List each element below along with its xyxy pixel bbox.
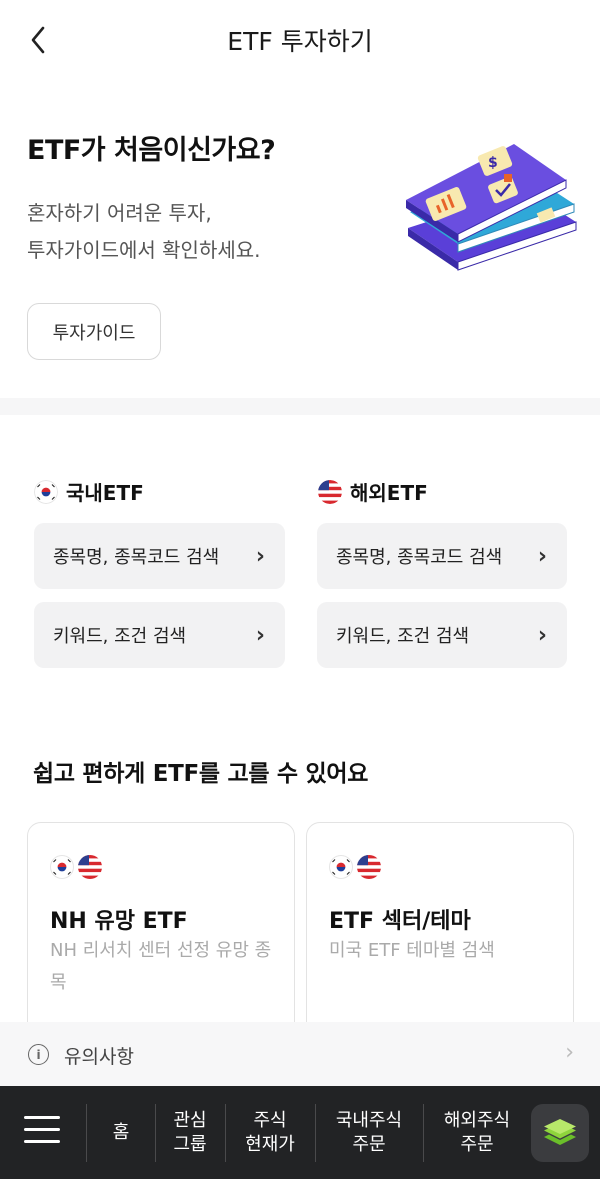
korea-flag-icon: [50, 855, 74, 879]
books-illustration: $: [406, 144, 577, 271]
hamburger-menu-icon[interactable]: [24, 1116, 60, 1148]
card-title: ETF 섹터/테마: [329, 909, 471, 934]
usa-flag-icon: [78, 855, 102, 879]
overseas-etf-header: 해외ETF: [318, 477, 428, 506]
nav-separator: [423, 1104, 424, 1162]
domestic-keyword-search-button[interactable]: 키워드, 조건 검색 ›: [34, 602, 285, 668]
chevron-right-icon: ›: [255, 543, 265, 569]
button-label: 종목명, 종목코드 검색: [336, 547, 503, 568]
card-title: NH 유망 ETF: [50, 909, 188, 934]
domestic-name-search-button[interactable]: 종목명, 종목코드 검색 ›: [34, 523, 285, 589]
chevron-right-icon: ›: [537, 622, 547, 648]
korea-flag-icon: [34, 479, 58, 504]
section-title: 쉽고 편하게 ETF를 고를 수 있어요: [33, 761, 369, 787]
button-label: 키워드, 조건 검색: [53, 626, 187, 647]
intro-title: ETF가 처음이신가요?: [27, 135, 276, 166]
intro-description: 혼자하기 어려운 투자, 투자가이드에서 확인하세요.: [27, 195, 261, 269]
korea-flag-icon: [329, 855, 353, 879]
usa-flag-icon: [357, 855, 381, 879]
card-flags: [329, 855, 381, 879]
card-description: 미국 ETF 테마별 검색: [329, 940, 495, 961]
nav-separator: [155, 1104, 156, 1162]
nav-item-stock-price[interactable]: 주식 현재가: [228, 1086, 312, 1179]
layers-icon: [544, 1119, 576, 1145]
section-divider: [0, 398, 600, 415]
nav-separator: [225, 1104, 226, 1162]
overseas-keyword-search-button[interactable]: 키워드, 조건 검색 ›: [317, 602, 567, 668]
nav-item-home[interactable]: 홈: [90, 1086, 152, 1179]
intro-desc-line: 혼자하기 어려운 투자,: [27, 201, 212, 225]
card-description: NH 리서치 센터 선정 유망 종목: [50, 940, 272, 993]
notice-label: 유의사항: [64, 1046, 134, 1068]
notice-bar[interactable]: i 유의사항 ›: [0, 1022, 600, 1086]
investment-guide-button[interactable]: 투자가이드: [27, 303, 161, 360]
bottom-navigation: 홈 관심 그룹 주식 현재가 국내주식 주문 해외주식 주문: [0, 1086, 600, 1179]
card-flags: [50, 855, 102, 879]
domestic-etf-header: 국내ETF: [34, 477, 144, 506]
chevron-right-icon: ›: [537, 543, 547, 569]
chevron-right-icon: ›: [565, 1040, 574, 1065]
nav-item-watchlist[interactable]: 관심 그룹: [158, 1086, 222, 1179]
chevron-right-icon: ›: [255, 622, 265, 648]
nav-item-overseas-order[interactable]: 해외주식 주문: [426, 1086, 528, 1179]
nh-promising-etf-card[interactable]: NH 유망 ETF NH 리서치 센터 선정 유망 종목: [27, 822, 295, 1052]
nav-item-domestic-order[interactable]: 국내주식 주문: [318, 1086, 420, 1179]
etf-sector-theme-card[interactable]: ETF 섹터/테마 미국 ETF 테마별 검색: [306, 822, 574, 1052]
nav-separator: [86, 1104, 87, 1162]
button-label: 키워드, 조건 검색: [336, 626, 470, 647]
page-title: ETF 투자하기: [227, 27, 373, 56]
overseas-etf-label: 해외ETF: [350, 481, 428, 505]
svg-text:$: $: [488, 155, 498, 171]
domestic-etf-label: 국내ETF: [66, 481, 144, 505]
intro-desc-line: 투자가이드에서 확인하세요.: [27, 238, 261, 262]
header: ETF 투자하기: [0, 0, 600, 78]
overseas-name-search-button[interactable]: 종목명, 종목코드 검색 ›: [317, 523, 567, 589]
info-icon: i: [28, 1044, 49, 1065]
nav-separator: [315, 1104, 316, 1162]
button-label: 종목명, 종목코드 검색: [53, 547, 220, 568]
layers-button[interactable]: [531, 1104, 589, 1162]
usa-flag-icon: [318, 479, 342, 504]
